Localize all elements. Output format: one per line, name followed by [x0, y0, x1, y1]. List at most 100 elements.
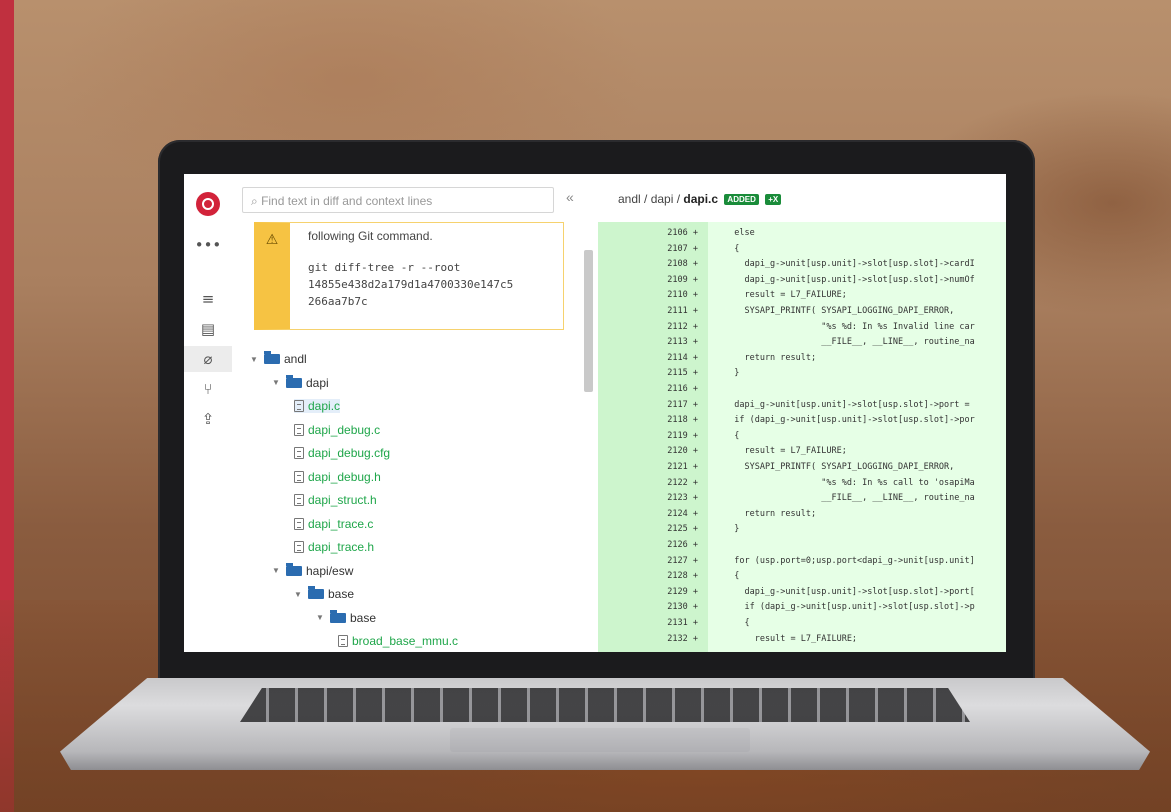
line-number[interactable]: 2123 + [656, 493, 698, 503]
code-text: else [724, 228, 755, 238]
tree-file[interactable]: broad_base_mmu.c [338, 634, 458, 648]
line-number[interactable]: 2114 + [656, 353, 698, 363]
tree-folder[interactable]: ▼ base [294, 586, 355, 601]
code-text: } [724, 524, 740, 535]
code-text: return result; [724, 508, 817, 519]
document-icon[interactable]: ▤ [184, 316, 232, 342]
branch-icon[interactable]: ⑂ [184, 376, 232, 402]
diff-line: 2107 + { [598, 244, 1006, 255]
line-number[interactable]: 2120 + [656, 446, 698, 456]
tree-file[interactable]: dapi_trace.c [294, 517, 373, 531]
diff-line: 2121 + SYSAPI_PRINTF( SYSAPI_LOGGING_DAP… [598, 462, 1006, 473]
share-icon[interactable]: ⇪ [184, 406, 232, 432]
commit-icon[interactable]: ⌀ [184, 346, 232, 372]
search-icon: ⌕ [251, 194, 262, 208]
line-number[interactable]: 2116 + [656, 384, 698, 394]
file-icon [294, 447, 304, 459]
tree-file[interactable]: dapi_debug.c [294, 423, 380, 437]
more-icon[interactable]: ••• [184, 232, 232, 258]
folder-icon [286, 562, 302, 576]
diff-line: 2122 + "%s %d: In %s call to 'osapiMa [598, 478, 1006, 489]
line-number[interactable]: 2111 + [656, 306, 698, 316]
diff-line: 2108 + dapi_g->unit[usp.unit]->slot[usp.… [598, 259, 1006, 270]
chevron-down-icon[interactable]: ▼ [250, 355, 260, 364]
tree-item-label: broad_base_mmu.c [352, 634, 459, 648]
diff-line: 2124 + return result; [598, 509, 1006, 520]
list-icon[interactable]: ≡ [184, 286, 232, 312]
line-number[interactable]: 2127 + [656, 556, 698, 566]
git-command-line: git diff-tree -r --root [308, 261, 461, 274]
diff-line: 2123 + __FILE__, __LINE__, routine_na [598, 493, 1006, 504]
line-number[interactable]: 2128 + [656, 571, 698, 581]
line-number[interactable]: 2117 + [656, 400, 698, 410]
line-number[interactable]: 2126 + [656, 540, 698, 550]
file-icon [294, 400, 304, 412]
line-number[interactable]: 2115 + [656, 368, 698, 378]
tree-file[interactable]: dapi_struct.h [294, 493, 377, 507]
line-number[interactable]: 2121 + [656, 462, 698, 472]
file-icon [294, 517, 304, 530]
tree-item-label: base [328, 587, 355, 601]
diff-line: 2126 + [598, 540, 1006, 551]
collapse-sidebar-icon[interactable]: « [566, 189, 574, 205]
chevron-down-icon[interactable]: ▼ [294, 590, 304, 599]
code-text: result = L7_FAILURE; [724, 446, 847, 457]
line-number[interactable]: 2109 + [656, 275, 698, 285]
tree-item-label: dapi [306, 375, 329, 390]
line-number[interactable]: 2124 + [656, 509, 698, 519]
code-text: result = L7_FAILURE; [724, 633, 858, 644]
tree-file[interactable]: dapi_trace.h [294, 540, 374, 554]
folder-icon [264, 351, 280, 364]
line-number[interactable]: 2107 + [656, 244, 698, 254]
line-number[interactable]: 2108 + [656, 259, 698, 269]
line-number[interactable]: 2130 + [656, 602, 698, 612]
line-number[interactable]: 2122 + [656, 478, 698, 488]
tree-item-label: dapi_trace.c [308, 516, 374, 531]
diff-header: andl / dapi / dapi.c ADDED +X [598, 174, 1006, 223]
diff-line: 2120 + result = L7_FAILURE; [598, 446, 1006, 457]
diff-line: 2127 + for (usp.port=0;usp.port<dapi_g->… [598, 556, 1006, 567]
line-number[interactable]: 2118 + [656, 415, 698, 425]
line-number[interactable]: 2113 + [656, 337, 698, 347]
tree-folder[interactable]: ▼ dapi [272, 374, 329, 390]
diff-line: 2125 + } [598, 524, 1006, 535]
line-number[interactable]: 2119 + [656, 431, 698, 441]
laptop-screen: ••• ≡ ▤ ⌀ ⑂ ⇪ ⌕ Find text in diff and context… [184, 174, 1006, 652]
laptop-trackpad [450, 728, 750, 752]
tree-file[interactable]: dapi.c [294, 399, 341, 413]
tree-item-label: dapi_debug.c [308, 422, 381, 437]
code-text: __FILE__, __LINE__, routine_na [724, 493, 975, 504]
chevron-down-icon[interactable]: ▼ [316, 613, 326, 622]
diff-line: 2111 + SYSAPI_PRINTF( SYSAPI_LOGGING_DAP… [598, 306, 1006, 317]
tree-folder[interactable]: ▼ base [316, 609, 376, 625]
diff-line: 2106 + else [598, 228, 1006, 239]
search-input[interactable]: ⌕ Find text in diff and context lines [242, 187, 554, 213]
code-text: result = L7_FAILURE; [724, 290, 847, 301]
folder-icon [286, 374, 302, 388]
file-sidebar: ⌕ Find text in diff and context lines « … [232, 174, 599, 652]
line-number[interactable]: 2112 + [656, 322, 698, 332]
chevron-down-icon[interactable]: ▼ [272, 378, 282, 387]
code-text: dapi_g->unit[usp.unit]->slot[usp.slot]->… [724, 259, 975, 270]
tree-folder[interactable]: ▼ hapi/esw [272, 562, 353, 578]
line-number[interactable]: 2125 + [656, 524, 698, 534]
sidebar-scrollbar[interactable] [584, 250, 593, 392]
line-number[interactable]: 2110 + [656, 290, 698, 300]
diff-line: 2116 + [598, 384, 1006, 395]
code-text: { [724, 618, 750, 628]
line-number[interactable]: 2106 + [656, 228, 698, 238]
diff-line: 2128 + { [598, 571, 1006, 582]
git-command-warning: ⚠ following Git command. git diff-tree -… [254, 222, 564, 330]
tree-folder[interactable]: ▼ andl [250, 351, 307, 366]
code-text: { [724, 243, 740, 254]
line-number[interactable]: 2131 + [656, 618, 698, 628]
breadcrumb-filename: dapi.c [683, 192, 719, 206]
breadcrumb-path[interactable]: andl / dapi / [618, 192, 683, 206]
tree-file[interactable]: dapi_debug.h [294, 470, 381, 484]
code-text: SYSAPI_PRINTF( SYSAPI_LOGGING_DAPI_ERROR… [724, 462, 955, 472]
app-logo[interactable] [196, 192, 220, 216]
line-number[interactable]: 2129 + [656, 587, 698, 597]
chevron-down-icon[interactable]: ▼ [272, 566, 282, 575]
line-number[interactable]: 2132 + [656, 634, 698, 644]
tree-file[interactable]: dapi_debug.cfg [294, 446, 390, 460]
